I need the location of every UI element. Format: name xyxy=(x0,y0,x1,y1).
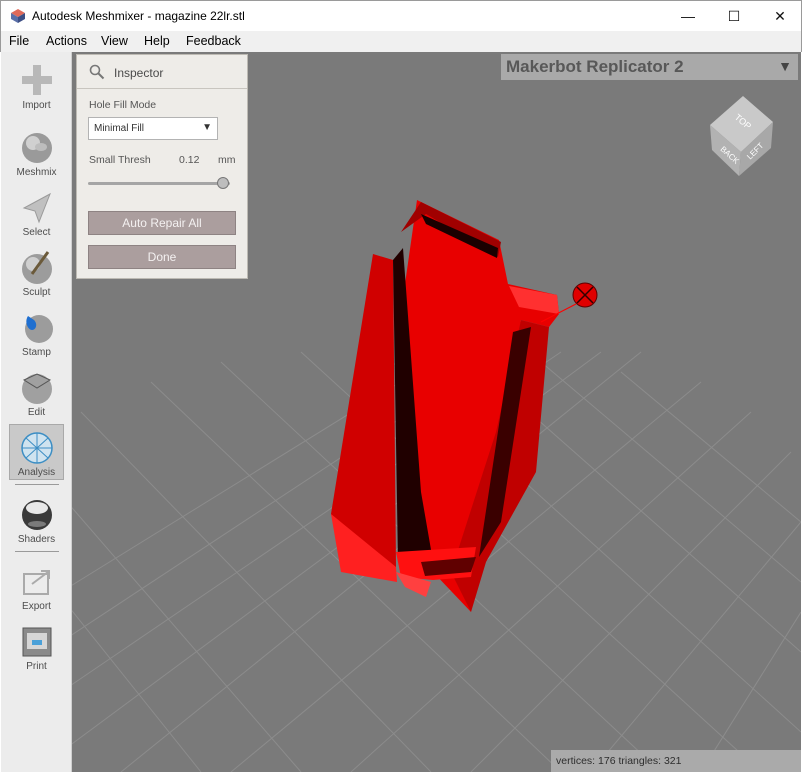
export-label: Export xyxy=(22,601,51,612)
hole-fill-mode-label: Hole Fill Mode xyxy=(89,99,157,111)
printer-icon xyxy=(22,627,51,657)
export-button[interactable]: Export xyxy=(9,559,64,615)
left-toolbar: Import Meshmix Select Sculpt Stamp Edit … xyxy=(1,52,72,772)
chevron-down-icon: ▼ xyxy=(202,122,212,133)
small-thresh-label: Small Thresh xyxy=(89,154,151,166)
hole-fill-mode-value: Minimal Fill xyxy=(94,123,144,134)
dropdown-arrow-icon: ▼ xyxy=(778,58,792,74)
printer-selector[interactable]: Makerbot Replicator 2 ▼ xyxy=(501,54,798,80)
brush-sphere-icon xyxy=(21,251,52,284)
edit-sphere-icon xyxy=(21,373,52,404)
view-cube[interactable]: TOP BACK LEFT xyxy=(710,96,773,176)
edit-button[interactable]: Edit xyxy=(9,365,64,421)
stamp-sphere-icon xyxy=(24,315,53,343)
menu-bar: File Actions View Help Feedback xyxy=(0,31,802,52)
export-icon xyxy=(22,570,50,595)
analysis-label: Analysis xyxy=(17,467,56,478)
printer-name: Makerbot Replicator 2 xyxy=(506,57,684,76)
toolbar-divider xyxy=(15,551,59,552)
mesh-sphere-icon xyxy=(20,432,53,464)
inspector-title: Inspector xyxy=(114,66,164,80)
stamp-label: Stamp xyxy=(22,347,51,358)
small-thresh-unit: mm xyxy=(218,154,236,166)
maximize-button[interactable]: ☐ xyxy=(711,1,757,31)
chrome-sphere-icon xyxy=(21,500,52,530)
menu-file[interactable]: File xyxy=(9,34,29,48)
close-button[interactable]: ✕ xyxy=(757,1,802,31)
auto-repair-all-button[interactable]: Auto Repair All xyxy=(88,211,236,235)
plus-icon xyxy=(21,65,52,95)
sculpt-button[interactable]: Sculpt xyxy=(9,245,64,301)
arrow-cursor-icon xyxy=(22,192,51,224)
sculpt-label: Sculpt xyxy=(22,287,51,298)
inspector-panel: Inspector Hole Fill Mode Minimal Fill ▼ … xyxy=(76,54,248,279)
import-label: Import xyxy=(22,100,51,111)
window-title: Autodesk Meshmixer - magazine 22lr.stl xyxy=(32,9,245,23)
meshmix-label: Meshmix xyxy=(16,167,57,178)
model-mesh[interactable] xyxy=(331,200,598,612)
edit-label: Edit xyxy=(27,407,46,418)
menu-feedback[interactable]: Feedback xyxy=(186,34,241,48)
shaders-button[interactable]: Shaders xyxy=(9,492,64,548)
select-label: Select xyxy=(22,227,51,238)
small-thresh-slider-thumb[interactable] xyxy=(216,177,229,189)
minimize-button[interactable]: — xyxy=(665,1,711,31)
import-button[interactable]: Import xyxy=(9,58,64,114)
analysis-button[interactable]: Analysis xyxy=(9,424,64,480)
hole-fill-mode-select[interactable]: Minimal Fill ▼ xyxy=(88,117,218,140)
meshmixer-app-icon xyxy=(11,9,25,23)
print-button[interactable]: Print xyxy=(9,619,64,675)
toolbar-divider xyxy=(15,484,59,485)
menu-view[interactable]: View xyxy=(101,34,128,48)
menu-help[interactable]: Help xyxy=(144,34,170,48)
small-thresh-value: 0.12 xyxy=(179,154,200,166)
done-button[interactable]: Done xyxy=(88,245,236,269)
meshmix-button[interactable]: Meshmix xyxy=(9,125,64,181)
print-label: Print xyxy=(26,661,47,672)
title-bar: Autodesk Meshmixer - magazine 22lr.stl —… xyxy=(0,0,802,31)
mesh-stats-text: vertices: 176 triangles: 321 xyxy=(556,755,682,767)
inspector-header: Inspector xyxy=(77,55,247,89)
bunny-sphere-icon xyxy=(21,133,52,163)
menu-actions[interactable]: Actions xyxy=(46,34,87,48)
stamp-button[interactable]: Stamp xyxy=(9,305,64,361)
small-thresh-slider-track[interactable] xyxy=(88,182,230,185)
shaders-label: Shaders xyxy=(17,534,56,545)
search-icon xyxy=(89,64,105,80)
mesh-stats-bar: vertices: 176 triangles: 321 xyxy=(551,750,801,772)
select-button[interactable]: Select xyxy=(9,185,64,241)
